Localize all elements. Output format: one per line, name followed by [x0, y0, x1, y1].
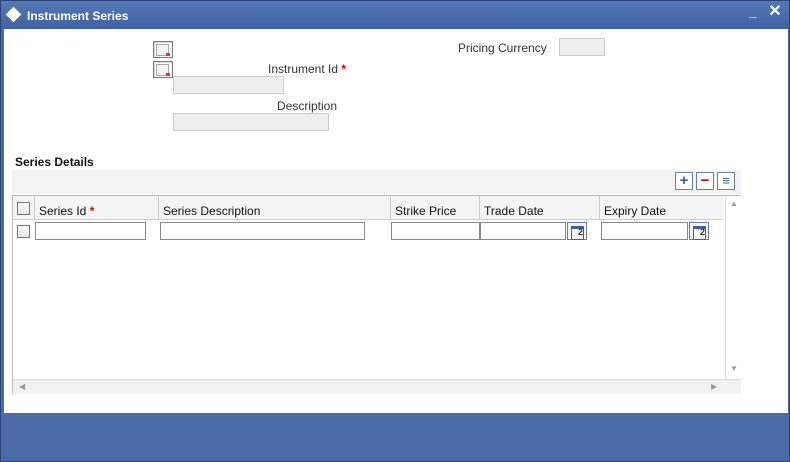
document-icon[interactable] [153, 61, 173, 78]
column-header-trade-date[interactable]: Trade Date [480, 196, 600, 220]
window-title: Instrument Series [27, 9, 129, 23]
window-icon [5, 6, 22, 23]
form-content: Pricing Currency Instrument Id * Descrip… [4, 29, 788, 413]
series-description-input[interactable] [160, 222, 365, 240]
series-details-grid: Series Id * Series Description Strike Pr… [12, 195, 741, 394]
column-header-series-id[interactable]: Series Id * [35, 196, 159, 220]
series-id-input[interactable] [35, 222, 146, 240]
minimize-button[interactable]: _ [745, 4, 761, 21]
remove-row-button[interactable]: − [696, 172, 714, 190]
table-row: 2 2 [13, 220, 723, 242]
grid-header: Series Id * Series Description Strike Pr… [13, 196, 723, 220]
scroll-up-icon[interactable]: ▲ [730, 199, 738, 208]
column-header-expiry-date[interactable]: Expiry Date [600, 196, 723, 220]
series-details-title: Series Details [15, 155, 94, 169]
grid-toolbar: + − ≡ [12, 170, 741, 194]
expiry-date-calendar-icon[interactable]: 2 [689, 222, 709, 240]
header-select-cell [13, 196, 35, 220]
add-row-button[interactable]: + [675, 172, 693, 190]
instrument-id-label: Instrument Id * [268, 62, 346, 76]
strike-price-input[interactable] [391, 222, 480, 240]
footer-bar [4, 413, 788, 459]
scroll-down-icon[interactable]: ▼ [730, 364, 738, 373]
row-select-checkbox[interactable] [17, 225, 30, 238]
trade-date-calendar-icon[interactable]: 2 [567, 222, 587, 240]
expiry-date-input[interactable] [601, 222, 688, 240]
select-all-checkbox[interactable] [17, 202, 30, 215]
column-header-label: Series Id [39, 204, 87, 218]
instrument-id-field[interactable] [173, 76, 284, 94]
document-icon[interactable] [153, 41, 173, 58]
description-field[interactable] [173, 113, 329, 131]
required-marker: * [341, 62, 347, 76]
instrument-id-label-text: Instrument Id [268, 62, 339, 76]
close-button[interactable]: ✕ [767, 4, 783, 21]
title-bar: Instrument Series _ ✕ [1, 1, 789, 29]
scroll-right-icon[interactable]: ▶ [711, 382, 717, 391]
required-marker: * [89, 204, 95, 218]
trade-date-input[interactable] [480, 222, 566, 240]
column-header-series-description[interactable]: Series Description [159, 196, 391, 220]
horizontal-scrollbar[interactable]: ◀ ▶ [13, 379, 741, 394]
single-view-button[interactable]: ≡ [717, 172, 735, 190]
scroll-left-icon[interactable]: ◀ [19, 382, 25, 391]
pricing-currency-field[interactable] [559, 38, 605, 56]
instrument-series-window: Instrument Series _ ✕ Pricing Currency I… [0, 0, 790, 462]
description-label: Description [277, 99, 338, 113]
column-header-strike-price[interactable]: Strike Price [391, 196, 480, 220]
vertical-scrollbar[interactable]: ▲ ▼ [725, 196, 741, 379]
pricing-currency-label: Pricing Currency [458, 41, 547, 55]
